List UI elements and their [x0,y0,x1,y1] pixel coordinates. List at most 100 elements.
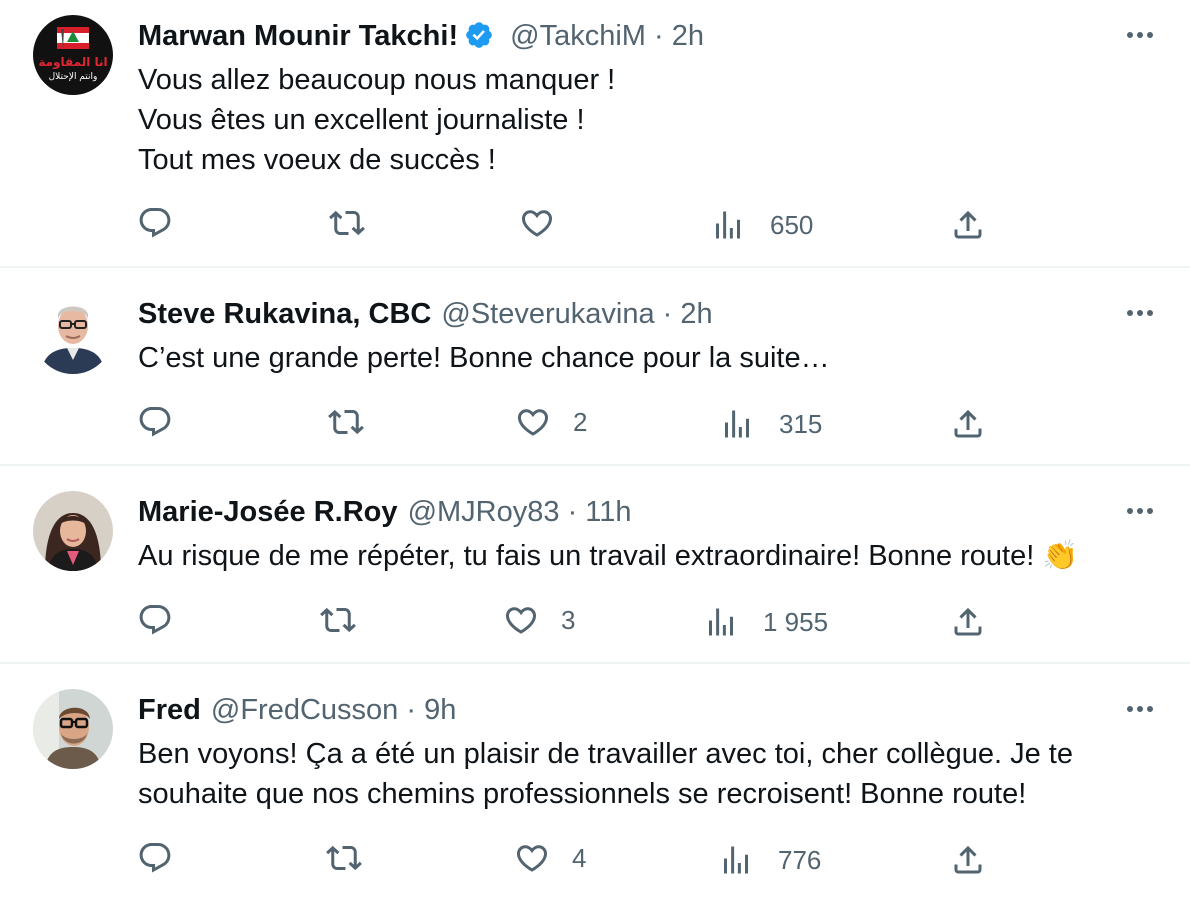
tweet-text-line: Tout mes voeux de succès ! [138,144,496,176]
retweet-icon [326,845,362,871]
share-icon [954,210,982,239]
more-icon [1127,32,1153,38]
tweet-header: Fred @FredCusson · 9h [138,690,456,730]
tweet-text-line: Vous êtes un excellent journaliste ! [138,104,585,136]
author-handle[interactable]: @TakchiM [510,20,646,52]
tweet-text-line: C’est une grande perte! Bonne chance pou… [138,342,830,374]
retweet-button[interactable] [320,600,378,640]
like-icon [521,210,553,237]
tweet-text: Ben voyons! Ça a été un plaisir de trava… [138,734,1150,814]
share-button[interactable] [950,205,986,245]
like-button[interactable]: 2 [515,402,587,442]
author-name[interactable]: Fred [138,694,201,726]
tweet-header: Marwan Mounir Takchi! @TakchiM · 2h [138,16,704,56]
like-button[interactable]: 4 [514,838,586,878]
timestamp[interactable]: 2h [672,20,704,52]
like-icon [505,607,537,634]
views-button[interactable]: 650 [710,205,813,245]
tweet-header: Marie-Josée R.Roy @MJRoy83 · 11h [138,492,632,532]
avatar[interactable] [33,294,113,374]
reply-button[interactable] [137,838,195,878]
like-icon [516,845,548,872]
tweet-card[interactable]: Fred @FredCusson · 9h Ben voyons! Ça a é… [0,664,1190,902]
tweet-text: Vous allez beaucoup nous manquer ! Vous … [138,60,1150,180]
timestamp[interactable]: 2h [680,298,712,330]
more-icon [1127,508,1153,514]
views-button[interactable]: 776 [718,840,821,880]
reply-icon [139,605,171,635]
reply-icon [139,208,171,238]
avatar[interactable] [33,689,113,769]
tweet-card[interactable]: Marie-Josée R.Roy @MJRoy83 · 11h Au risq… [0,466,1190,664]
more-icon [1127,706,1153,712]
views-count: 1 955 [763,606,829,637]
verified-badge-icon [464,20,494,50]
views-icon [725,410,749,438]
views-count: 315 [779,408,823,439]
reply-button[interactable] [137,600,195,640]
tweet-text: C’est une grande perte! Bonne chance pou… [138,338,1150,378]
share-icon [954,409,982,438]
author-handle[interactable]: @Steverukavina [441,298,654,330]
reply-icon [139,407,171,437]
share-button[interactable] [950,602,986,642]
retweet-button[interactable] [326,838,384,878]
views-button[interactable]: 315 [719,404,822,444]
more-icon [1127,310,1153,316]
views-icon [724,846,748,874]
retweet-icon [329,210,365,236]
author-handle[interactable]: @MJRoy83 [408,496,560,528]
avatar-text-top: انا المقاومة [38,55,107,70]
views-icon [716,211,740,239]
tweet-text-line: Ben voyons! Ça a été un plaisir de trava… [138,738,1073,770]
like-count: 2 [573,406,588,437]
avatar[interactable] [33,491,113,571]
tweet-text-line: Au risque de me répéter, tu fais un trav… [138,540,1079,572]
author-name[interactable]: Marwan Mounir Takchi! [138,20,458,52]
more-options-button[interactable] [1120,694,1160,724]
reply-feed: انا المقاومة وانتم الإحتلال Marwan Mouni… [0,0,1190,902]
more-options-button[interactable] [1120,298,1160,328]
separator-dot: · [662,298,673,330]
more-options-button[interactable] [1120,20,1160,50]
tweet-text-line: souhaite que nos chemins professionnels … [138,778,1027,810]
separator-dot: · [654,20,664,52]
share-button[interactable] [950,840,986,880]
tweet-card[interactable]: انا المقاومة وانتم الإحتلال Marwan Mouni… [0,0,1190,268]
like-icon [517,409,549,436]
views-icon [709,608,733,636]
retweet-button[interactable] [329,203,387,243]
retweet-icon [320,607,356,633]
views-count: 650 [770,209,814,240]
tweet-card[interactable]: Steve Rukavina, CBC @Steverukavina · 2h … [0,268,1190,466]
author-handle[interactable]: @FredCusson [211,694,398,726]
reply-button[interactable] [137,402,195,442]
author-name[interactable]: Steve Rukavina, CBC [138,298,431,330]
avatar-image: انا المقاومة وانتم الإحتلال [33,15,113,95]
share-icon [954,607,982,636]
retweet-button[interactable] [328,402,386,442]
share-icon [954,845,982,874]
timestamp[interactable]: 9h [424,694,456,726]
avatar-text-bottom: وانتم الإحتلال [49,72,98,82]
avatar-image [33,689,113,769]
views-count: 776 [778,844,822,875]
reply-button[interactable] [137,203,195,243]
retweet-icon [328,409,364,435]
more-options-button[interactable] [1120,496,1160,526]
reply-icon [139,843,171,873]
tweet-header: Steve Rukavina, CBC @Steverukavina · 2h [138,294,713,334]
like-button[interactable]: 3 [503,600,575,640]
timestamp[interactable]: 11h [585,496,631,528]
separator-dot: · [567,496,578,528]
author-name[interactable]: Marie-Josée R.Roy [138,496,398,528]
avatar[interactable]: انا المقاومة وانتم الإحتلال [33,15,113,95]
like-button[interactable] [519,203,577,243]
tweet-text-line: Vous allez beaucoup nous manquer ! [138,64,616,96]
share-button[interactable] [950,404,986,444]
like-count: 4 [572,842,587,873]
separator-dot: · [406,694,417,726]
like-count: 3 [561,604,576,635]
tweet-text: Au risque de me répéter, tu fais un trav… [138,536,1150,576]
views-button[interactable]: 1 955 [703,602,828,642]
